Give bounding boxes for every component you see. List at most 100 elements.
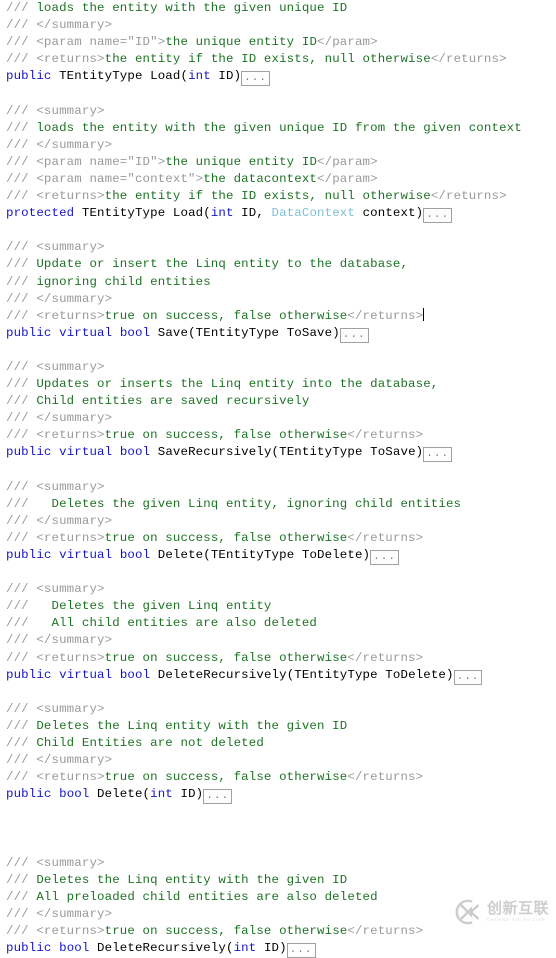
code-line[interactable]: /// ignoring child entities xyxy=(0,274,556,291)
code-line[interactable]: /// </summary> xyxy=(0,906,556,923)
code-line[interactable]: /// <summary> xyxy=(0,581,556,598)
code-line[interactable]: /// Child entities are saved recursively xyxy=(0,393,556,410)
code-token-plain: context) xyxy=(354,206,424,221)
collapsed-region-toggle[interactable]: ... xyxy=(203,789,233,805)
code-line[interactable]: /// All preloaded child entities are als… xyxy=(0,889,556,906)
code-line[interactable]: /// </summary> xyxy=(0,410,556,427)
code-line[interactable]: /// loads the entity with the given uniq… xyxy=(0,120,556,137)
code-line[interactable]: /// </summary> xyxy=(0,291,556,308)
code-line[interactable]: /// <summary> xyxy=(0,855,556,872)
code-line[interactable]: /// <param name="context">the datacontex… xyxy=(0,171,556,188)
code-token-xml: </returns> xyxy=(347,428,424,443)
code-line[interactable]: /// </summary> xyxy=(0,513,556,530)
code-token-comment-mark: /// xyxy=(6,154,37,169)
code-token-comment-mark: /// xyxy=(6,701,37,716)
code-line[interactable]: public virtual bool DeleteRecursively(TE… xyxy=(0,667,556,685)
code-line[interactable]: /// <summary> xyxy=(0,359,556,376)
code-line[interactable]: /// </summary> xyxy=(0,137,556,154)
code-line[interactable]: /// <returns>the entity if the ID exists… xyxy=(0,188,556,205)
collapsed-region-toggle[interactable]: ... xyxy=(241,71,270,87)
code-line[interactable]: /// </summary> xyxy=(0,632,556,649)
code-line[interactable]: /// <returns>true on success, false othe… xyxy=(0,650,556,667)
code-line[interactable]: public bool Delete(int ID)... xyxy=(0,786,556,805)
code-token-xml: <param name="ID"> xyxy=(36,35,166,50)
code-line[interactable]: /// <summary> xyxy=(0,701,556,718)
code-token-comment-mark: /// xyxy=(6,753,37,768)
code-token-keyword: public xyxy=(6,325,52,340)
code-editor-surface[interactable]: /// loads the entity with the given uniq… xyxy=(0,0,556,958)
code-line[interactable]: /// <param name="ID">the unique entity I… xyxy=(0,154,556,171)
code-line[interactable] xyxy=(0,342,556,359)
code-line[interactable]: /// <summary> xyxy=(0,103,556,120)
code-line[interactable]: /// <returns>true on success, false othe… xyxy=(0,923,556,940)
code-line[interactable]: /// <summary> xyxy=(0,239,556,256)
code-line[interactable]: public virtual bool Save(TEntityType ToS… xyxy=(0,325,556,343)
code-token-xml: <summary> xyxy=(36,240,105,255)
collapsed-region-toggle[interactable]: ... xyxy=(423,208,453,224)
code-token-keyword: int xyxy=(210,206,234,221)
code-line[interactable]: /// Deletes the given Linq entity, ignor… xyxy=(0,496,556,513)
code-line-list: /// loads the entity with the given uniq… xyxy=(0,0,556,958)
code-token-xml: <returns> xyxy=(36,308,105,323)
code-line[interactable]: protected TEntityType Load(int ID, DataC… xyxy=(0,205,556,224)
code-line[interactable]: /// Deletes the given Linq entity xyxy=(0,598,556,615)
code-token-xml: <returns> xyxy=(36,428,105,443)
code-line[interactable]: /// <returns>true on success, false othe… xyxy=(0,307,556,325)
code-line[interactable]: /// </summary> xyxy=(0,17,556,34)
code-line[interactable]: /// All child entities are also deleted xyxy=(0,615,556,632)
code-line[interactable] xyxy=(0,803,556,820)
collapsed-region-toggle[interactable]: ... xyxy=(453,669,483,685)
code-token-keyword: bool xyxy=(119,445,151,460)
code-token-comment-mark: /// xyxy=(6,120,37,135)
code-token-comment-mark: /// xyxy=(6,377,37,392)
code-line[interactable]: /// <returns>the entity if the ID exists… xyxy=(0,51,556,68)
code-line[interactable]: public bool DeleteRecursively(int ID)... xyxy=(0,940,556,958)
code-token-keyword: public xyxy=(6,548,52,562)
code-line[interactable]: /// Deletes the Linq entity with the giv… xyxy=(0,872,556,889)
collapsed-region-toggle[interactable]: ... xyxy=(423,447,453,463)
code-token-xml: </summary> xyxy=(36,18,113,33)
code-token-keyword: int xyxy=(188,69,211,84)
code-token-comment-mark: /// xyxy=(6,513,37,528)
code-token-xml: <param name="ID"> xyxy=(36,154,166,169)
code-token-xml: </param> xyxy=(317,171,378,186)
code-line[interactable] xyxy=(0,85,556,102)
code-line[interactable]: /// Child Entities are not deleted xyxy=(0,735,556,752)
code-token-keyword: bool xyxy=(59,941,90,956)
code-line[interactable]: public TEntityType Load(int ID)... xyxy=(0,68,556,87)
code-token-comment-mark: /// xyxy=(6,872,37,887)
code-token-xml: <summary> xyxy=(36,701,105,716)
code-line[interactable]: /// <param name="ID">the unique entity I… xyxy=(0,34,556,51)
code-line[interactable]: /// <returns>true on success, false othe… xyxy=(0,427,556,444)
collapsed-region-toggle[interactable]: ... xyxy=(286,943,316,958)
code-line[interactable] xyxy=(0,222,556,239)
code-token-keyword: int xyxy=(150,787,173,802)
code-token-comment-mark: /// xyxy=(6,137,37,152)
code-line[interactable] xyxy=(0,838,556,855)
collapsed-region-toggle[interactable]: ... xyxy=(370,550,399,565)
code-line[interactable]: /// <returns>true on success, false othe… xyxy=(0,530,556,547)
code-line[interactable] xyxy=(0,462,556,479)
code-token-xml: </returns> xyxy=(347,924,424,939)
code-line[interactable]: public virtual bool Delete(TEntityType T… xyxy=(0,547,556,565)
code-token-comment-mark: /// xyxy=(6,308,37,323)
code-line[interactable] xyxy=(0,564,556,581)
code-line[interactable]: /// loads the entity with the given uniq… xyxy=(0,0,556,17)
code-token-xml: <returns> xyxy=(36,924,105,939)
code-line[interactable]: /// Updates or inserts the Linq entity i… xyxy=(0,376,556,393)
code-token-comment-mark: /// xyxy=(6,103,37,118)
code-token-xml: <returns> xyxy=(36,650,105,665)
code-line[interactable]: /// Update or insert the Linq entity to … xyxy=(0,256,556,273)
collapsed-region-toggle[interactable]: ... xyxy=(339,327,369,343)
code-token-keyword: bool xyxy=(119,667,151,682)
code-token-plain: Delete( xyxy=(89,787,151,802)
code-line[interactable] xyxy=(0,821,556,838)
code-line[interactable] xyxy=(0,684,556,701)
code-line[interactable]: public virtual bool SaveRecursively(TEnt… xyxy=(0,444,556,463)
code-line[interactable]: /// <returns>true on success, false othe… xyxy=(0,769,556,786)
code-line[interactable]: /// Deletes the Linq entity with the giv… xyxy=(0,718,556,735)
code-line[interactable]: /// </summary> xyxy=(0,752,556,769)
code-line[interactable]: /// <summary> xyxy=(0,479,556,496)
